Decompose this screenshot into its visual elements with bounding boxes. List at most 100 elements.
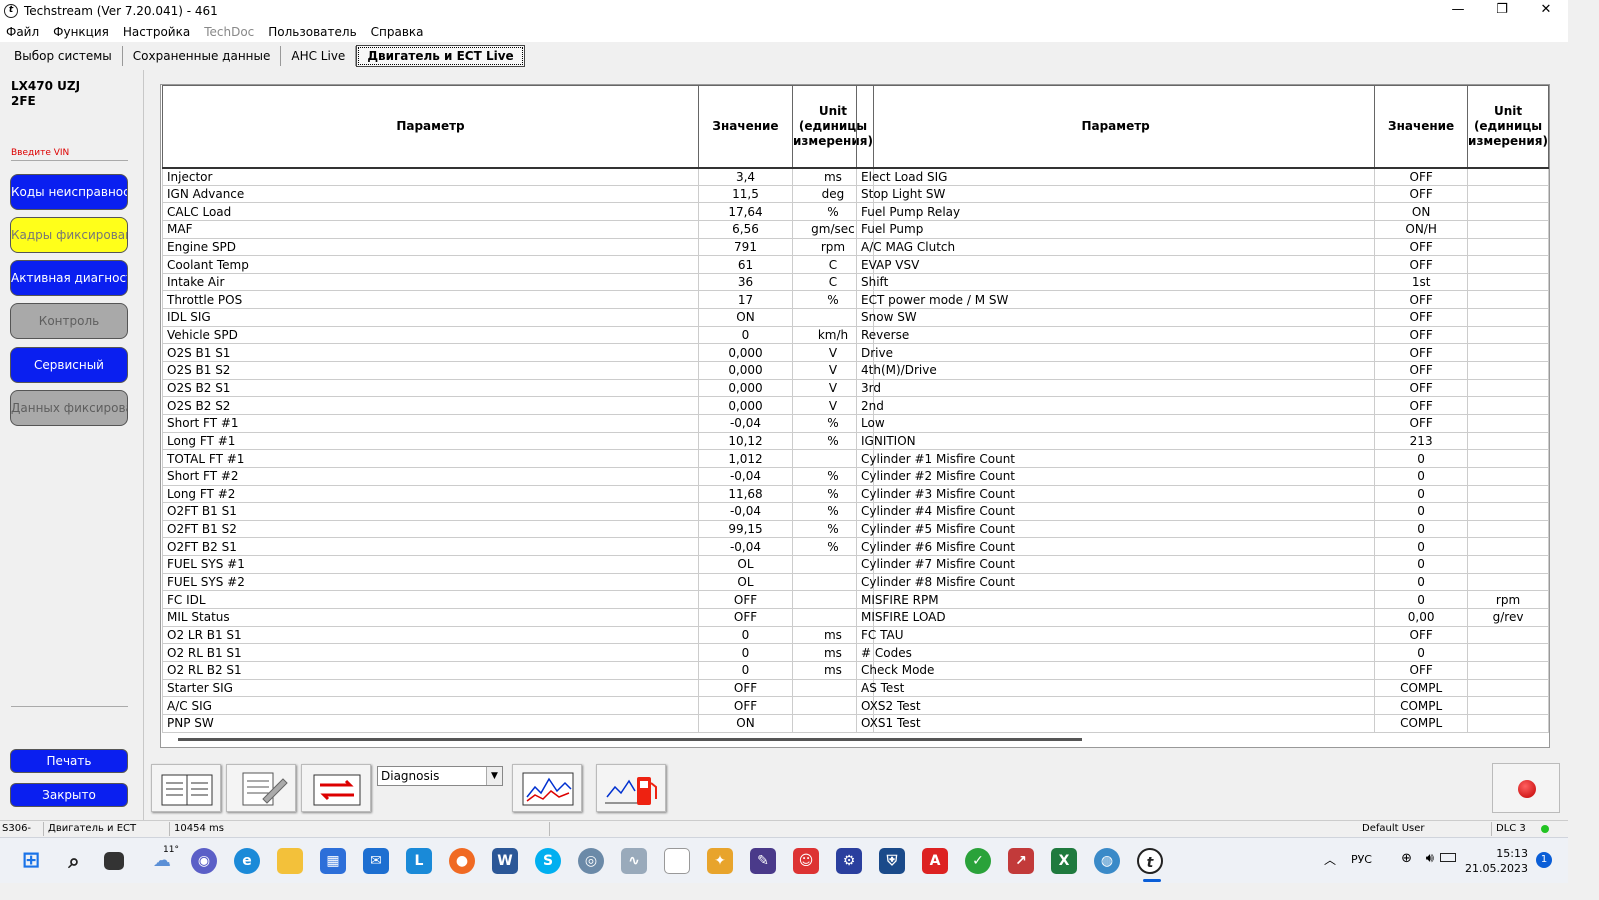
horizontal-scrollbar[interactable]: [178, 738, 1082, 741]
table-row[interactable]: Long FT #2 11,68%: [162, 484, 874, 504]
table-row[interactable]: Stop Light SW OFF: [855, 184, 1549, 204]
table-row[interactable]: MIL Status OFF: [162, 608, 874, 627]
table-row[interactable]: Vehicle SPD 0 km/h: [162, 325, 874, 345]
clock[interactable]: 15:13 21.05.2023: [1465, 846, 1528, 876]
table-row[interactable]: Short FT #2 -0,04%: [162, 466, 874, 486]
network-app-icon[interactable]: ◎: [578, 848, 604, 874]
table-row[interactable]: AS Test COMPL: [855, 678, 1549, 698]
table-row[interactable]: FUEL SYS #2 OL: [162, 572, 874, 592]
table-row[interactable]: O2 LR B1 S1 0 ms: [162, 625, 874, 645]
monitor-app-icon[interactable]: ∿: [621, 848, 647, 874]
table-row[interactable]: Intake Air 36 C: [162, 272, 874, 292]
table-row[interactable]: Shift 1st: [855, 272, 1549, 292]
file-explorer-icon[interactable]: [277, 848, 303, 874]
excel-icon[interactable]: X: [1051, 848, 1077, 874]
table-row[interactable]: Long FT #1 10,12%: [162, 431, 874, 451]
table-row[interactable]: Reverse OFF: [855, 325, 1549, 345]
firefox-icon[interactable]: ●: [449, 848, 475, 874]
table-row[interactable]: Cylinder #7 Misfire Count 0: [855, 555, 1549, 574]
table-row[interactable]: FC IDL OFF: [162, 590, 874, 610]
table-row[interactable]: O2S B2 S2 0,000 V: [162, 396, 874, 415]
task-view-icon[interactable]: [104, 852, 124, 870]
table-row[interactable]: Cylinder #4 Misfire Count 0: [855, 502, 1549, 521]
pen-app-icon[interactable]: ✎: [750, 848, 776, 874]
tab-system-select[interactable]: Выбор системы: [4, 46, 123, 66]
print-button[interactable]: Печать: [10, 749, 128, 773]
menu-user[interactable]: Пользователь: [268, 25, 356, 39]
menu-techdoc[interactable]: TechDoc: [204, 25, 254, 39]
table-row[interactable]: O2 RL B2 S1 0 ms: [162, 660, 874, 680]
pdf-reader-icon[interactable]: A: [922, 848, 948, 874]
table-row[interactable]: Starter SIG OFF: [162, 678, 874, 698]
table-row[interactable]: Drive OFF: [855, 343, 1549, 363]
tools-app-icon[interactable]: ✦: [707, 848, 733, 874]
volume-icon[interactable]: 🔊︎: [1426, 851, 1434, 866]
table-row[interactable]: # Codes 0: [855, 643, 1549, 662]
table-row[interactable]: O2S B1 S2 0,000 V: [162, 361, 874, 380]
utility-app-icon[interactable]: ⚙: [836, 848, 862, 874]
chat-icon[interactable]: ◉: [191, 848, 217, 874]
table-row[interactable]: TOTAL FT #1 1,012: [162, 449, 874, 468]
chevron-down-icon[interactable]: ▼: [486, 767, 502, 785]
monitor-button[interactable]: Контроль: [10, 303, 128, 339]
table-row[interactable]: Snow SW OFF: [855, 308, 1549, 327]
start-button-icon[interactable]: ⊞: [18, 848, 44, 874]
techstream-taskbar-icon[interactable]: t: [1137, 848, 1163, 874]
table-row[interactable]: Cylinder #6 Misfire Count 0: [855, 537, 1549, 557]
tab-ahc-live[interactable]: AHC Live: [281, 46, 357, 66]
table-row[interactable]: MISFIRE RPM 0 rpm: [855, 590, 1549, 610]
column-header-value[interactable]: Значение: [1374, 85, 1469, 169]
table-row[interactable]: CALC Load 17,64%: [162, 202, 874, 221]
table-row[interactable]: Fuel Pump ON/H: [855, 219, 1549, 239]
table-row[interactable]: Short FT #1 -0,04%: [162, 413, 874, 433]
table-row[interactable]: Coolant Temp 61 C: [162, 255, 874, 274]
store-icon[interactable]: ▦: [320, 848, 346, 874]
list-view-button[interactable]: [151, 764, 221, 812]
table-row[interactable]: Cylinder #3 Misfire Count 0: [855, 484, 1549, 504]
table-row[interactable]: Elect Load SIG OFF: [855, 167, 1549, 186]
network-icon[interactable]: ⊕: [1401, 851, 1412, 866]
mail-icon[interactable]: ✉: [363, 848, 389, 874]
menu-help[interactable]: Справка: [371, 25, 424, 39]
table-row[interactable]: IDL SIG ON: [162, 308, 874, 327]
table-row[interactable]: MISFIRE LOAD 0,00 g/rev: [855, 608, 1549, 627]
table-row[interactable]: 2nd OFF: [855, 396, 1549, 415]
graph-button[interactable]: [512, 764, 582, 812]
word-icon[interactable]: W: [492, 848, 518, 874]
table-row[interactable]: Injector 3,4 ms: [162, 167, 874, 186]
search-icon[interactable]: ⌕: [61, 848, 87, 874]
skype-icon[interactable]: S: [535, 848, 561, 874]
menu-function[interactable]: Функция: [53, 25, 109, 39]
menu-settings[interactable]: Настройка: [123, 25, 190, 39]
view-mode-select[interactable]: Diagnosis ▼: [377, 766, 503, 786]
battery-icon[interactable]: [1440, 853, 1456, 862]
table-row[interactable]: Fuel Pump Relay ON: [855, 202, 1549, 221]
launcher-l-icon[interactable]: L: [406, 848, 432, 874]
table-row[interactable]: O2 RL B1 S1 0 ms: [162, 643, 874, 662]
table-row[interactable]: PNP SW ON: [162, 713, 874, 733]
close-window-button[interactable]: ✕: [1524, 0, 1568, 22]
table-row[interactable]: O2FT B1 S2 99,15%: [162, 519, 874, 539]
table-row[interactable]: MAF 6,56 gm/sec: [162, 219, 874, 239]
maximize-button[interactable]: ❐: [1480, 0, 1524, 22]
chart-app-icon[interactable]: ↗: [1008, 848, 1034, 874]
select-data-button[interactable]: [226, 764, 296, 812]
notification-badge[interactable]: 1: [1536, 852, 1552, 868]
stored-data-button[interactable]: Данных фиксированного: [10, 390, 128, 426]
table-row[interactable]: Cylinder #5 Misfire Count 0: [855, 519, 1549, 539]
table-row[interactable]: O2FT B2 S1 -0,04%: [162, 537, 874, 557]
fuel-graph-button[interactable]: [596, 764, 666, 812]
utility-button[interactable]: Сервисный: [10, 347, 128, 383]
table-row[interactable]: O2FT B1 S1 -0,04%: [162, 502, 874, 521]
table-row[interactable]: 4th(M)/Drive OFF: [855, 361, 1549, 380]
table-row[interactable]: OXS2 Test COMPL: [855, 696, 1549, 715]
language-indicator[interactable]: РУС: [1351, 853, 1372, 866]
chevron-up-icon[interactable]: ︿: [1324, 851, 1336, 868]
table-row[interactable]: 3rd OFF: [855, 378, 1549, 398]
globe-app-icon[interactable]: ◍: [1094, 848, 1120, 874]
table-row[interactable]: Engine SPD 791 rpm: [162, 237, 874, 257]
tab-engine-ect-live[interactable]: Двигатель и ECT Live: [356, 45, 525, 67]
minimize-button[interactable]: —: [1436, 0, 1480, 22]
remote-app-icon[interactable]: ☺: [793, 848, 819, 874]
vin-entry-link[interactable]: Введите VIN: [11, 148, 128, 161]
